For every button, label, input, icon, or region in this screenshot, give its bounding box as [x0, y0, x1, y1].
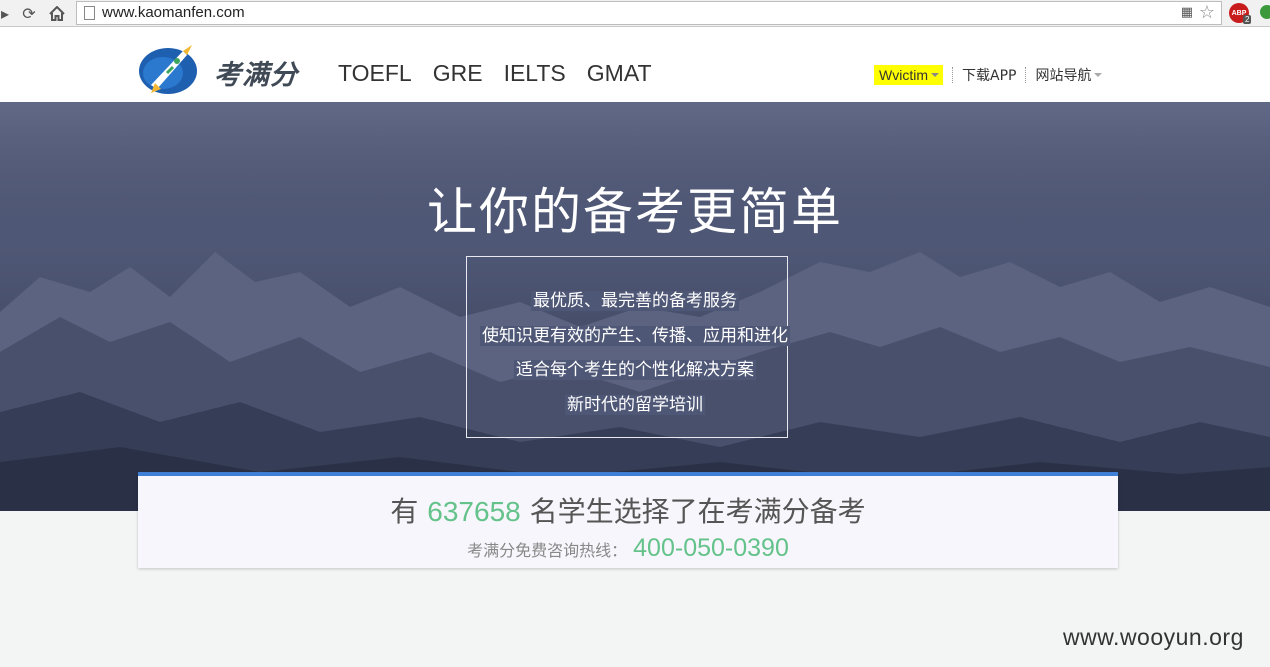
exam-nav: TOEFL GRE IELTS GMAT — [338, 60, 673, 86]
tagline-text: 新时代的留学培训 — [565, 394, 705, 415]
tagline-text: 适合每个考生的个性化解决方案 — [514, 360, 756, 380]
page-icon — [84, 6, 95, 20]
browser-toolbar: ▸ ⟳ www.kaomanfen.com ▦ ☆ ABP 2 — [0, 0, 1270, 27]
nav-ielts[interactable]: IELTS — [504, 60, 566, 86]
hero-tagline-list: 最优质、最完善的备考服务 使知识更有效的产生、传播、应用和进化 适合每个考生的个… — [0, 284, 1270, 422]
url-text[interactable]: www.kaomanfen.com — [102, 4, 245, 21]
tagline-item: 适合每个考生的个性化解决方案 — [0, 353, 1270, 388]
logo-text[interactable]: 考满分 — [214, 53, 298, 92]
user-menu[interactable]: Wvictim — [874, 65, 943, 85]
site-nav-menu[interactable]: 网站导航 — [1035, 65, 1103, 85]
student-count: 637658 — [427, 496, 521, 527]
adblock-badge: 2 — [1243, 15, 1252, 24]
home-icon[interactable] — [46, 2, 68, 24]
stats-card: 有 637658 名学生选择了在考满分备考 考满分免费咨询热线： 400-050-… — [138, 472, 1118, 568]
tagline-text: 使知识更有效的产生、传播、应用和进化 — [480, 325, 790, 346]
chevron-down-icon — [931, 73, 939, 77]
tagline-item: 新时代的留学培训 — [0, 388, 1270, 423]
hotline-number: 400-050-0390 — [633, 534, 789, 562]
count-prefix: 有 — [390, 495, 419, 528]
chevron-down-icon — [1094, 73, 1103, 77]
back-icon[interactable]: ▸ — [0, 2, 16, 24]
nav-toefl[interactable]: TOEFL — [338, 60, 412, 86]
student-count-line: 有 637658 名学生选择了在考满分备考 — [138, 490, 1118, 530]
address-bar[interactable]: www.kaomanfen.com ▦ ☆ — [76, 1, 1222, 25]
watermark: www.wooyun.org — [1063, 624, 1244, 650]
hotline-label: 考满分免费咨询热线： — [467, 541, 628, 560]
count-suffix: 名学生选择了在考满分备考 — [529, 495, 866, 528]
divider — [1025, 67, 1027, 83]
reload-icon[interactable]: ⟳ — [18, 2, 40, 24]
user-area: Wvictim 下载APP 网站导航 — [874, 65, 1103, 85]
tagline-item: 最优质、最完善的备考服务 — [0, 284, 1270, 319]
tagline-text: 最优质、最完善的备考服务 — [531, 291, 739, 311]
bookmark-star-icon[interactable]: ☆ — [1199, 2, 1215, 23]
extension-icon[interactable] — [1260, 5, 1270, 19]
hero-title: 让你的备考更简单 — [427, 183, 843, 241]
hotline-line: 考满分免费咨询热线： 400-050-0390 — [138, 534, 1118, 563]
user-name: Wvictim — [879, 67, 928, 83]
translate-icon[interactable]: ▦ — [1181, 5, 1193, 20]
tagline-item: 使知识更有效的产生、传播、应用和进化 — [0, 319, 1270, 354]
nav-gmat[interactable]: GMAT — [587, 60, 652, 86]
rocket-logo-icon[interactable] — [137, 43, 199, 95]
hero-banner: 让你的备考更简单 最优质、最完善的备考服务 使知识更有效的产生、传播、应用和进化… — [0, 102, 1270, 511]
nav-gre[interactable]: GRE — [433, 60, 483, 86]
download-app-link[interactable]: 下载APP — [962, 65, 1016, 85]
site-header: 考满分 TOEFL GRE IELTS GMAT Wvictim 下载APP 网… — [0, 27, 1270, 102]
site-nav-label: 网站导航 — [1035, 68, 1092, 84]
divider — [952, 67, 953, 83]
